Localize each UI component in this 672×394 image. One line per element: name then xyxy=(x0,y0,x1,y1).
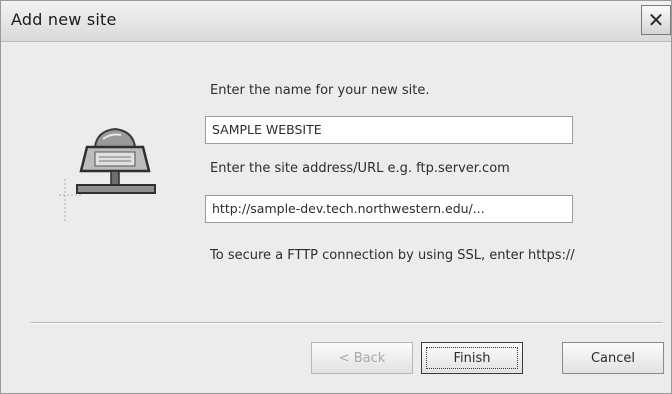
back-button[interactable]: < Back xyxy=(311,342,413,374)
cancel-button-label: Cancel xyxy=(590,350,636,366)
focus-ring xyxy=(426,347,518,369)
close-button[interactable]: ✕ xyxy=(641,5,671,35)
close-icon: ✕ xyxy=(647,8,665,32)
dialog-title: Add new site xyxy=(11,10,117,29)
back-button-label: < Back xyxy=(338,350,386,366)
cancel-button[interactable]: Cancel xyxy=(562,342,664,374)
add-new-site-dialog: Add new site ✕ Enter the name for your n… xyxy=(0,0,672,394)
ssl-note: To secure a FTTP connection by using SSL… xyxy=(210,248,575,263)
network-site-icon xyxy=(59,119,159,229)
finish-button[interactable]: Finish xyxy=(421,342,523,374)
title-bar[interactable]: Add new site ✕ xyxy=(1,1,671,42)
site-name-label: Enter the name for your new site. xyxy=(210,83,430,98)
site-name-input[interactable]: SAMPLE WEBSITE xyxy=(205,116,573,144)
button-separator xyxy=(31,322,663,324)
site-url-input[interactable]: http://sample-dev.tech.northwestern.edu/… xyxy=(205,195,573,223)
site-url-label: Enter the site address/URL e.g. ftp.serv… xyxy=(210,161,510,176)
